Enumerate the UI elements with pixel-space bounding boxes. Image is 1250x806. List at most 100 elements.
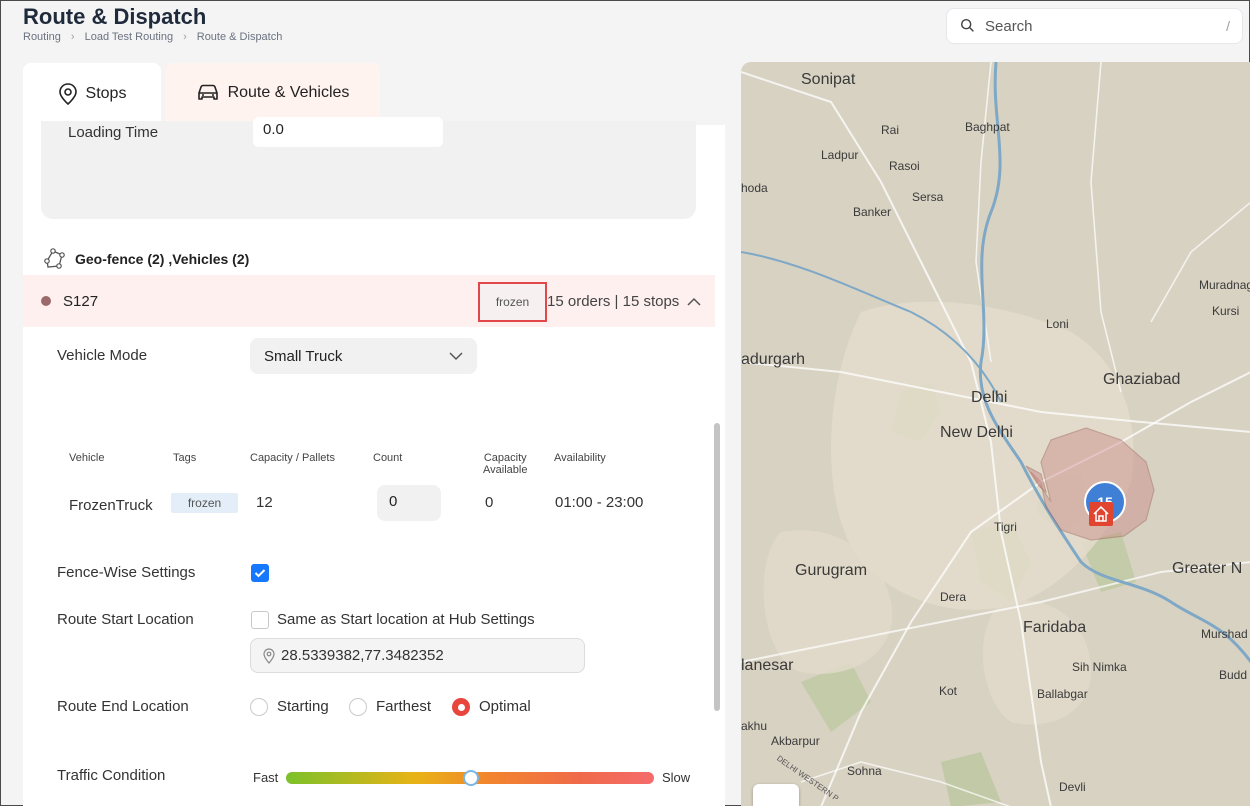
col-header-capacity-available-line2: Available <box>483 464 528 476</box>
vehicle-mode-select[interactable]: Small Truck <box>250 338 477 374</box>
map-label-faridabad: Faridaba <box>1023 619 1087 636</box>
traffic-fast-label: Fast <box>253 770 279 785</box>
page-title: Route & Dispatch <box>23 4 207 29</box>
vehicle-count-input[interactable]: 0 <box>377 485 441 521</box>
tab-stops[interactable]: Stops <box>23 63 161 125</box>
route-end-label: Route End Location <box>57 698 189 715</box>
map-label-ghaziabad: Ghaziabad <box>1103 371 1181 388</box>
vehicle-availability: 01:00 - 23:00 <box>555 494 644 511</box>
map-label-greater-noida: Greater N <box>1172 560 1243 577</box>
route-map[interactable]: Sonipat Baghpat Rai Ladpur Rasoi hoda Se… <box>741 62 1250 806</box>
map-label-sakhu: akhu <box>741 719 768 733</box>
col-header-availability: Availability <box>554 452 606 464</box>
route-start-coordinates-value: 28.5339382,77.3482352 <box>281 647 444 664</box>
fence-row[interactable]: S127 frozen 15 orders | 15 stops <box>23 275 715 327</box>
geofence-header: Geo-fence (2) ,Vehicles (2) <box>41 247 249 271</box>
fence-color-dot <box>41 296 51 306</box>
breadcrumb-item-load-test[interactable]: Load Test Routing <box>85 31 173 43</box>
traffic-slider-thumb[interactable] <box>463 770 479 786</box>
route-end-radio-starting[interactable] <box>250 698 268 716</box>
tab-route-vehicles-label: Route & Vehicles <box>227 84 350 101</box>
route-end-option-optimal: Optimal <box>479 698 531 715</box>
geofence-icon <box>44 248 65 269</box>
geofence-title: Geo-fence (2) ,Vehicles (2) <box>75 251 250 267</box>
map-label-rai: Rai <box>881 123 900 137</box>
vehicle-mode-value: Small Truck <box>264 347 343 365</box>
map-label-ladpur: Ladpur <box>821 148 859 162</box>
route-settings-panel: Stops Route & Vehicles Loading Time 0.0 … <box>23 63 725 806</box>
col-header-capacity-available-line1: Capacity <box>483 452 527 464</box>
map-label-kot: Kot <box>939 684 958 698</box>
tab-route-vehicles[interactable]: Route & Vehicles <box>165 63 380 125</box>
breadcrumb-separator-icon: › <box>183 31 187 43</box>
fence-wise-settings-label: Fence-Wise Settings <box>57 564 196 581</box>
vehicle-name: FrozenTruck <box>69 497 153 514</box>
panel-scrollbar[interactable] <box>714 423 720 711</box>
fence-wise-settings-checkbox[interactable] <box>251 564 269 582</box>
map-label-akbarpur: Akbarpur <box>771 734 820 748</box>
fence-tag-badge: frozen <box>478 282 547 322</box>
search-icon <box>960 18 974 32</box>
tab-stops-label: Stops <box>85 85 127 102</box>
col-header-capacity-available: Capacity Available <box>483 452 527 476</box>
route-end-radio-farthest[interactable] <box>349 698 367 716</box>
map-label-loni: Loni <box>1046 317 1069 331</box>
breadcrumb-item-routing[interactable]: Routing <box>23 31 61 43</box>
breadcrumb: Routing › Load Test Routing › Route & Di… <box>23 31 282 43</box>
map-label-ballabgarh: Ballabgar <box>1037 687 1088 701</box>
map-label-banker: Banker <box>853 205 892 219</box>
hub-home-icon[interactable] <box>1089 502 1113 526</box>
search-input[interactable] <box>985 17 1227 35</box>
vehicle-tag-label: frozen <box>187 496 222 510</box>
breadcrumb-item-current: Route & Dispatch <box>196 31 283 43</box>
map-label-muradnagar: Muradnaga <box>1199 278 1250 292</box>
fence-summary-text: 15 orders | 15 stops <box>547 293 680 310</box>
map-label-dera: Dera <box>940 590 967 604</box>
checkmark-icon <box>254 569 266 578</box>
map-label-rasoi: Rasoi <box>889 159 920 173</box>
map-label-murshad: Murshad <box>1201 627 1248 641</box>
search-box[interactable]: / <box>946 8 1243 44</box>
search-shortcut-hint: / <box>1226 18 1230 34</box>
location-pin-icon <box>58 83 77 106</box>
traffic-slow-label: Slow <box>662 770 691 785</box>
col-header-capacity: Capacity / Pallets <box>250 452 335 464</box>
map-label-tigri: Tigri <box>994 520 1017 534</box>
traffic-condition-label: Traffic Condition <box>57 767 166 784</box>
vehicle-tag-badge: frozen <box>171 493 238 513</box>
map-label-gurugram: Gurugram <box>795 562 868 579</box>
fence-tag-label: frozen <box>495 295 530 309</box>
map-label-sersa: Sersa <box>912 190 944 204</box>
col-header-count: Count <box>373 452 403 464</box>
location-pin-icon <box>263 647 275 664</box>
route-end-radio-optimal[interactable] <box>452 698 470 716</box>
map-control-button[interactable] <box>753 784 799 806</box>
route-start-coordinates-input[interactable]: 28.5339382,77.3482352 <box>250 638 585 673</box>
vehicle-capacity-available: 0 <box>485 494 494 511</box>
same-as-hub-label: Same as Start location at Hub Settings <box>277 611 535 628</box>
col-header-vehicle: Vehicle <box>69 452 105 464</box>
chevron-down-icon <box>449 352 463 361</box>
route-end-option-starting: Starting <box>277 698 329 715</box>
vehicle-capacity: 12 <box>256 494 273 511</box>
fence-summary: 15 orders | 15 stops <box>547 293 701 310</box>
chevron-up-icon[interactable] <box>687 297 701 307</box>
vehicle-mode-label: Vehicle Mode <box>57 347 148 364</box>
map-label-kursi: Kursi <box>1212 304 1240 318</box>
route-start-label: Route Start Location <box>57 611 194 628</box>
map-label-sonipat: Sonipat <box>801 71 856 88</box>
same-as-hub-checkbox[interactable] <box>251 611 269 629</box>
map-label-hoda: hoda <box>741 181 768 195</box>
col-header-tags: Tags <box>173 452 197 464</box>
loading-time-label: Loading Time <box>68 124 159 141</box>
route-end-option-farthest: Farthest <box>376 698 432 715</box>
loading-time-input[interactable]: 0.0 <box>253 117 443 147</box>
map-label-baghpat: Baghpat <box>965 120 1010 134</box>
breadcrumb-separator-icon: › <box>70 31 75 43</box>
map-label-bahadurgarh: adurgarh <box>741 351 806 368</box>
map-label-delhi: Delhi <box>971 389 1008 406</box>
map-label-buddha: Budd <box>1219 668 1248 682</box>
tab-bar: Stops Route & Vehicles <box>23 63 725 125</box>
map-label-devli: Devli <box>1059 780 1086 794</box>
map-label-new-delhi: New Delhi <box>940 424 1013 441</box>
